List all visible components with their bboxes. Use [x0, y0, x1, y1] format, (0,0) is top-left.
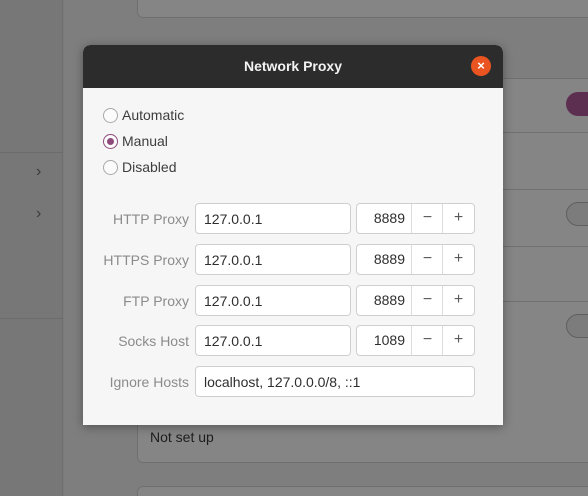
https-proxy-port-spinner: 8889 − +: [356, 244, 475, 275]
socks-port-input[interactable]: 1089: [357, 326, 411, 355]
toggle-switch[interactable]: [566, 202, 588, 226]
radio-manual[interactable]: Manual: [103, 131, 168, 151]
ignore-hosts-input[interactable]: localhost, 127.0.0.0/8, ::1: [195, 366, 475, 397]
radio-disabled[interactable]: Disabled: [103, 157, 176, 177]
settings-sidebar: › ›: [0, 0, 63, 496]
ftp-proxy-label: FTP Proxy: [123, 293, 189, 309]
ftp-proxy-port-input[interactable]: 8889: [357, 286, 411, 315]
settings-card: [137, 0, 588, 18]
chevron-right-icon[interactable]: ›: [36, 206, 41, 222]
decrement-button[interactable]: −: [411, 326, 443, 355]
ftp-proxy-port-spinner: 8889 − +: [356, 285, 475, 316]
http-proxy-label: HTTP Proxy: [113, 211, 189, 227]
network-proxy-dialog: Network Proxy × Automatic Manual Disable…: [83, 45, 503, 425]
increment-button[interactable]: +: [442, 286, 474, 315]
toggle-switch[interactable]: [566, 314, 588, 338]
decrement-button[interactable]: −: [411, 245, 443, 274]
close-button[interactable]: ×: [471, 56, 491, 76]
https-proxy-port-input[interactable]: 8889: [357, 245, 411, 274]
chevron-right-icon[interactable]: ›: [36, 164, 41, 180]
http-proxy-port-input[interactable]: 8889: [357, 204, 411, 233]
decrement-button[interactable]: −: [411, 286, 443, 315]
socks-host-label: Socks Host: [118, 333, 189, 349]
increment-button[interactable]: +: [442, 204, 474, 233]
ftp-proxy-host-input[interactable]: 127.0.0.1: [195, 285, 351, 316]
https-proxy-label: HTTPS Proxy: [103, 252, 189, 268]
radio-indicator[interactable]: [103, 159, 118, 175]
radio-indicator[interactable]: [103, 107, 118, 123]
increment-button[interactable]: +: [442, 245, 474, 274]
increment-button[interactable]: +: [442, 326, 474, 355]
socks-port-spinner: 1089 − +: [356, 325, 475, 356]
https-proxy-host-input[interactable]: 127.0.0.1: [195, 244, 351, 275]
sidebar-separator: [0, 318, 63, 319]
radio-label: Manual: [122, 133, 168, 149]
radio-label: Automatic: [122, 107, 185, 123]
dialog-titlebar[interactable]: Network Proxy ×: [83, 45, 503, 88]
socks-host-input[interactable]: 127.0.0.1: [195, 325, 351, 356]
http-proxy-port-spinner: 8889 − +: [356, 203, 475, 234]
decrement-button[interactable]: −: [411, 204, 443, 233]
status-text: Not set up: [150, 429, 214, 445]
radio-indicator[interactable]: [103, 133, 118, 149]
settings-card: [137, 486, 588, 496]
ignore-hosts-label: Ignore Hosts: [109, 374, 189, 390]
sidebar-separator: [0, 152, 63, 153]
http-proxy-host-input[interactable]: 127.0.0.1: [195, 203, 351, 234]
radio-automatic[interactable]: Automatic: [103, 105, 184, 125]
toggle-switch[interactable]: [566, 92, 588, 116]
close-icon: ×: [477, 58, 485, 73]
dialog-title: Network Proxy: [243, 58, 343, 74]
radio-label: Disabled: [122, 159, 177, 175]
